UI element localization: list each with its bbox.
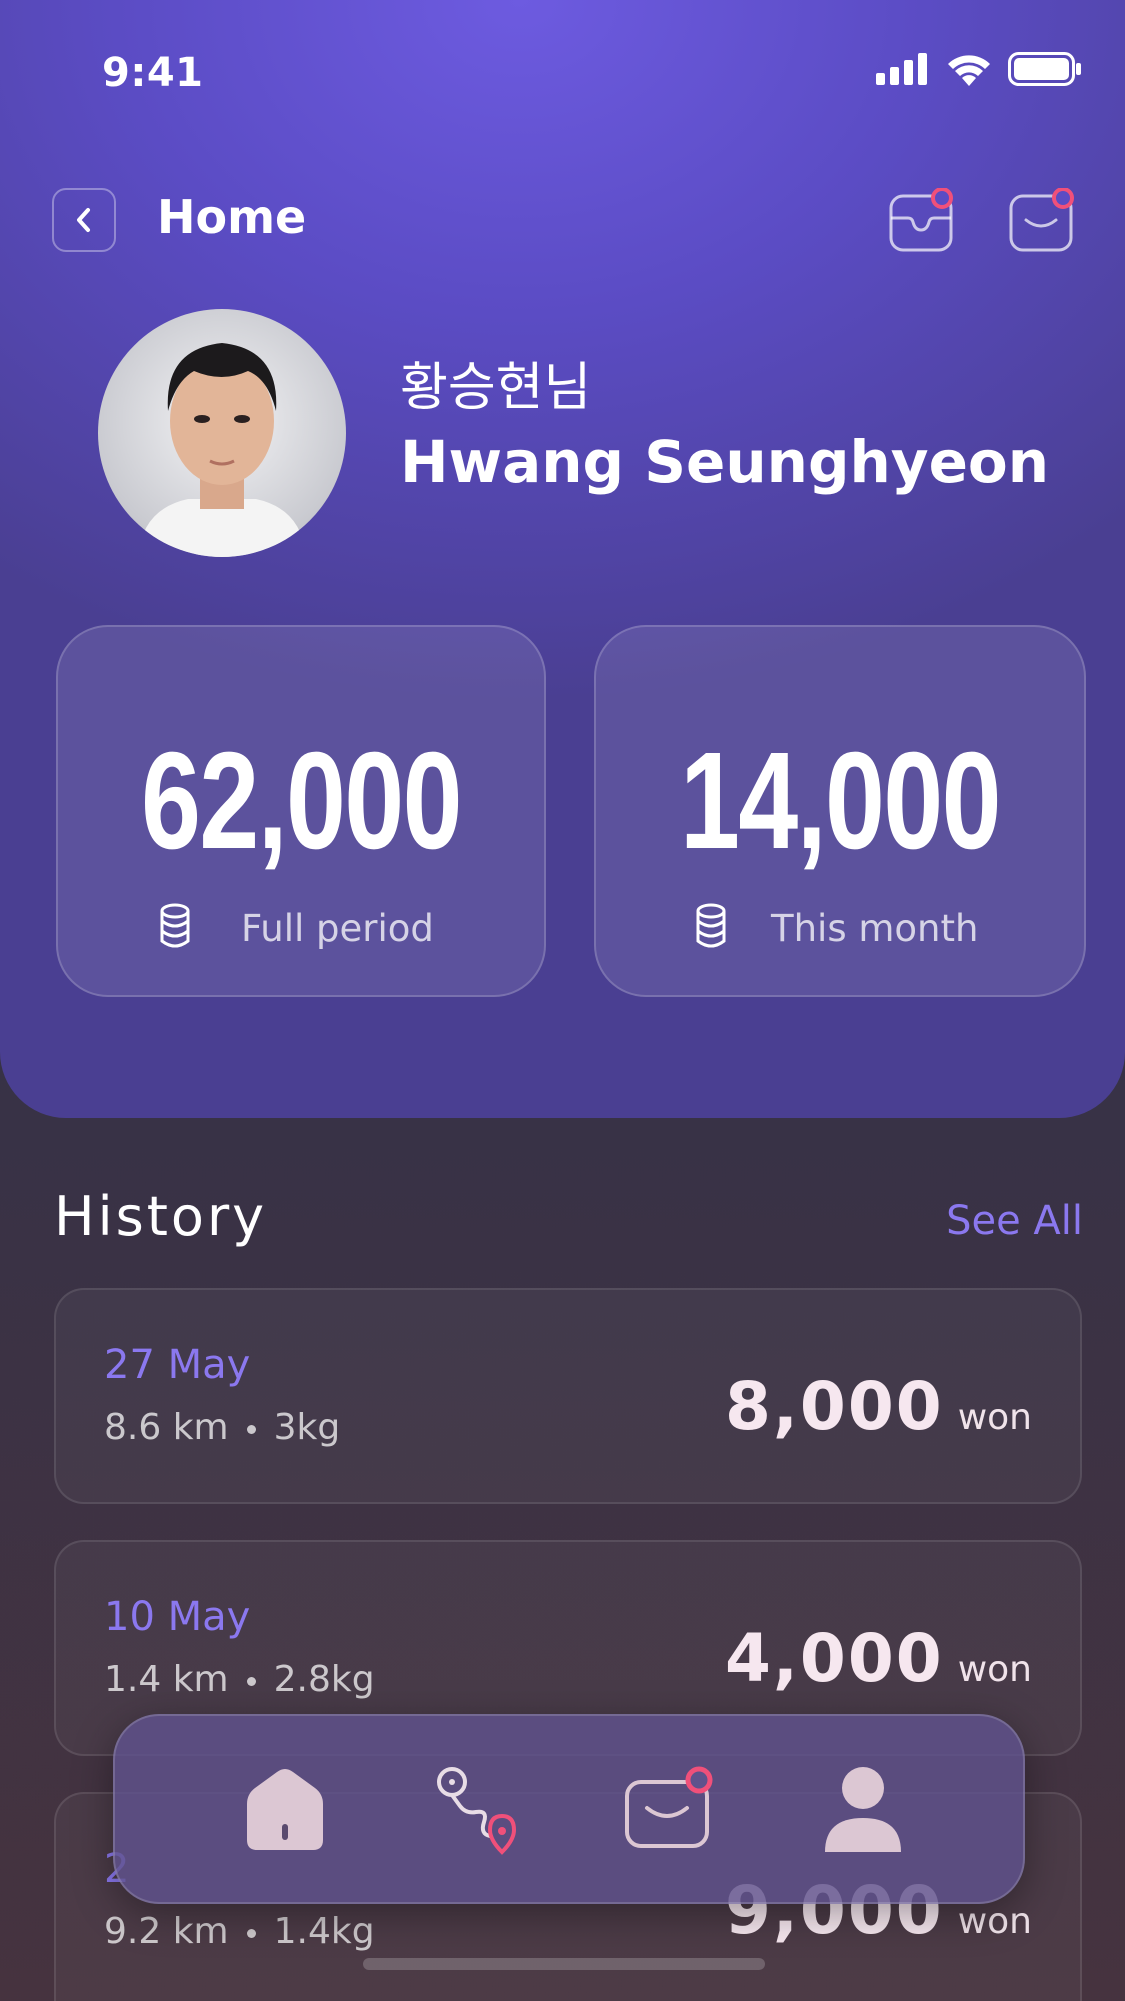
history-meta: 1.4 km 2.8kg: [104, 1659, 375, 1700]
nav-mail[interactable]: [623, 1764, 715, 1856]
stat-card-this-month[interactable]: 14,000 This month: [594, 625, 1086, 997]
history-title: History: [54, 1185, 268, 1248]
nav-profile[interactable]: [817, 1764, 909, 1856]
coins-icon: [160, 903, 190, 948]
avatar[interactable]: [98, 309, 346, 557]
history-date: 27 May: [104, 1342, 251, 1388]
history-weight: 3kg: [273, 1407, 341, 1448]
history-weight: 2.8kg: [273, 1659, 375, 1700]
history-amount-unit: won: [957, 1397, 1032, 1438]
history-distance: 9.2 km: [104, 1911, 229, 1952]
battery-icon: [1008, 52, 1081, 86]
back-button[interactable]: [52, 188, 116, 252]
stat-value: 14,000: [680, 724, 1001, 878]
profile-name-korean: 황승현님: [400, 358, 592, 418]
history-distance: 8.6 km: [104, 1407, 229, 1448]
wifi-icon: [948, 55, 990, 86]
mail-button[interactable]: [1008, 187, 1078, 254]
avatar-photo: [138, 343, 306, 557]
history-meta: 8.6 km 3kg: [104, 1407, 340, 1448]
history-amount: 8,000 won: [725, 1368, 1032, 1445]
separator-dot: [246, 1928, 256, 1938]
signal-icon: [876, 53, 927, 85]
bottom-navigation: [113, 1714, 1025, 1904]
profile-name: Hwang Seunghyeon: [400, 428, 1050, 496]
status-icons: [876, 52, 1082, 86]
history-weight: 1.4kg: [273, 1911, 375, 1952]
history-amount-unit: won: [957, 1649, 1032, 1690]
stat-value: 62,000: [141, 724, 462, 878]
route-icon: [437, 1767, 517, 1855]
stat-card-full-period[interactable]: 62,000 Full period: [56, 625, 546, 997]
page-title: Home: [157, 190, 307, 244]
separator-dot: [246, 1424, 256, 1434]
separator-dot: [246, 1676, 256, 1686]
inbox-icon: [889, 187, 953, 252]
history-meta: 9.2 km 1.4kg: [104, 1911, 375, 1952]
history-amount-unit: won: [957, 1901, 1032, 1942]
history-item[interactable]: 27 May 8.6 km 3kg 8,000 won: [54, 1288, 1082, 1504]
history-date: 10 May: [104, 1594, 251, 1640]
profile-icon: [825, 1767, 901, 1852]
stat-label: Full period: [241, 907, 434, 950]
nav-route[interactable]: [432, 1764, 524, 1856]
chevron-left-icon: [77, 208, 90, 232]
home-indicator: [363, 1958, 765, 1970]
stat-label: This month: [771, 907, 979, 950]
mail-icon: [1009, 187, 1074, 252]
nav-home[interactable]: [239, 1764, 331, 1856]
status-time: 9:41: [102, 50, 204, 96]
mail-icon: [625, 1766, 713, 1848]
history-amount-value: 8,000: [724, 1368, 944, 1445]
home-icon: [247, 1769, 323, 1850]
history-amount: 4,000 won: [725, 1620, 1032, 1697]
inbox-button[interactable]: [888, 187, 958, 254]
history-distance: 1.4 km: [104, 1659, 229, 1700]
see-all-link[interactable]: See All: [946, 1198, 1083, 1244]
history-amount-value: 4,000: [724, 1620, 944, 1697]
coins-icon: [696, 903, 726, 948]
